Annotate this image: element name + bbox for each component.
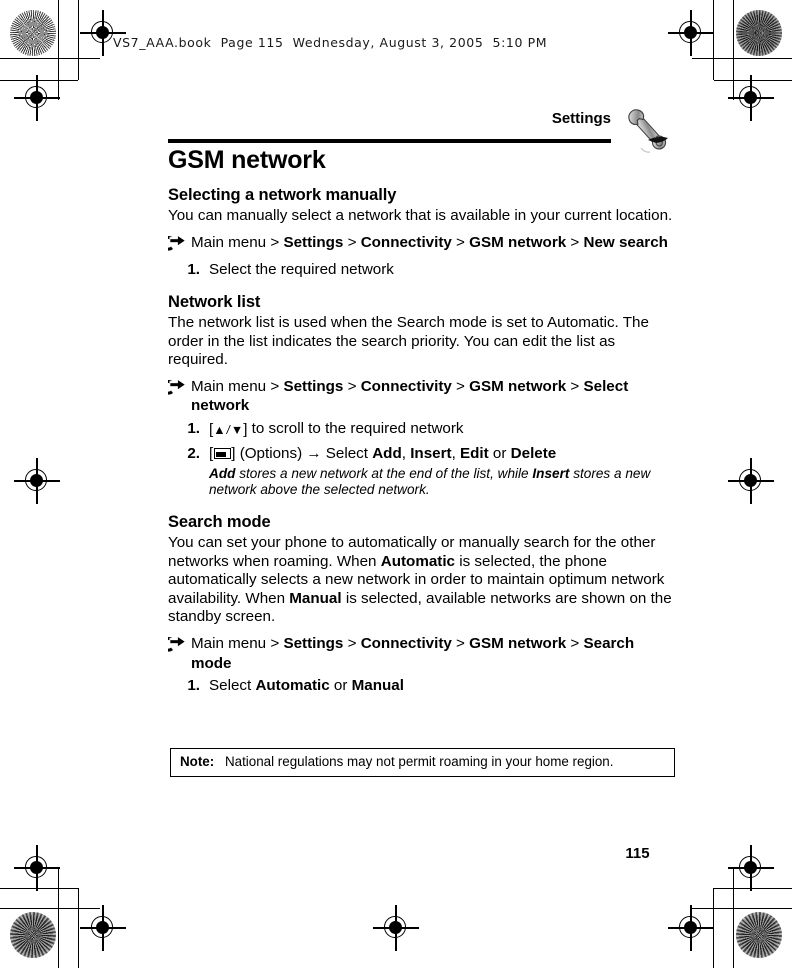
plain-text: > [451,635,470,653]
plain-text: Main menu [191,233,267,251]
curved-right-arrow-icon [160,634,191,659]
step-number: 1. [187,419,200,437]
plain-text: Main menu [191,377,267,395]
plain-text: > [343,635,361,653]
plain-text: > [343,233,361,251]
plain-text: > [266,635,284,653]
menu-path: Main menu > Settings > Connectivity > GS… [160,233,673,258]
plain-text: stores a new network at the end of the l… [235,465,533,481]
plain-text: → [306,444,322,462]
section-heading: Selecting a network manually [168,186,397,204]
emphasis-text: Manual [289,589,342,607]
emphasis-text: Settings [283,635,344,653]
plain-text: > [451,377,470,395]
menu-path-text: Main menu > Settings > Connectivity > GS… [191,377,673,416]
section-paragraph: You can manually select a network that i… [168,207,673,224]
step-number: 2. [187,444,200,462]
numbered-step: 1. [▲/▼] to scroll to the required networ… [168,419,673,441]
plain-text: > [566,377,584,395]
plain-text: > [266,233,284,251]
curved-right-arrow-icon [160,377,191,402]
plain-text: , [451,444,461,462]
plain-text: , [401,444,411,462]
step-note: Add stores a new network at the end of t… [209,466,673,499]
section-paragraph: You can set your phone to automatically … [168,534,673,627]
numbered-step: 2. [] (Options) → Select Add, Insert, Edi… [168,444,673,463]
note-box: Note: National regulations may not permi… [170,748,675,777]
plain-text: > [343,377,361,395]
note-label: Note: [180,754,215,769]
section-paragraph: The network list is used when the Search… [168,314,649,369]
emphasis-text: Add [209,465,236,481]
plain-text: or [329,677,352,695]
emphasis-text: Connectivity [360,377,452,395]
wrench-icon [618,100,678,156]
emphasis-text: Connectivity [360,233,452,251]
left-softkey-icon: [] [209,444,236,462]
plain-text: > [451,233,470,251]
emphasis-text: Edit [460,444,489,462]
menu-path-text: Main menu > Settings > Connectivity > GS… [191,233,673,253]
emphasis-text: Insert [410,444,452,462]
step-text: Select the required network [209,260,673,279]
numbered-step: 1. Select Automatic or Manual [168,676,673,695]
plain-text: > [266,377,284,395]
emphasis-text: Add [372,444,402,462]
plain-text: Select [321,444,373,462]
step-text: [] (Options) → Select Add, Insert, Edit … [209,444,673,463]
emphasis-text: Settings [283,233,344,251]
emphasis-text: Settings [283,377,344,395]
page-body: Selecting a network manually You can manu… [160,186,673,695]
emphasis-text: Automatic [255,677,330,695]
page-title: GSM network [168,146,326,174]
section-heading: Search mode [168,513,271,532]
step-number: 1. [187,261,200,279]
step-text: Select Automatic or Manual [209,676,673,695]
header-rule [168,139,611,143]
emphasis-text: Automatic [380,552,455,570]
menu-path-text: Main menu > Settings > Connectivity > GS… [191,634,673,673]
menu-path: Main menu > Settings > Connectivity > GS… [160,634,673,673]
plain-text: to scroll to the required network [247,419,464,437]
emphasis-text: GSM network [469,233,567,251]
plain-text: Main menu [191,635,267,653]
plain-text: or [488,444,511,462]
emphasis-text: Manual [351,677,404,695]
emphasis-text: New search [583,233,668,251]
running-head: Settings [551,110,611,127]
emphasis-text: Delete [510,444,557,462]
menu-path: Main menu > Settings > Connectivity > GS… [160,377,673,416]
page-number: 115 [625,845,650,862]
plain-text: > [566,233,584,251]
step-text: [▲/▼] to scroll to the required network [209,419,673,441]
document-page: Settings GSM network Selecting a network… [0,0,792,968]
step-number: 1. [187,677,200,695]
emphasis-text: Insert [532,465,570,481]
section-heading: Network list [168,293,261,312]
up-down-arrow-keys-icon: [▲/▼] [209,420,248,438]
emphasis-text: GSM network [469,635,567,653]
plain-text: (Options) [235,444,307,462]
emphasis-text: GSM network [469,377,567,395]
plain-text: Select [209,677,256,695]
plain-text: Select the required network [209,261,394,279]
note-text: National regulations may not permit roam… [224,754,614,769]
plain-text: > [566,635,584,653]
numbered-step: 1. Select the required network [168,260,673,279]
curved-right-arrow-icon [160,233,191,258]
emphasis-text: Connectivity [360,635,452,653]
